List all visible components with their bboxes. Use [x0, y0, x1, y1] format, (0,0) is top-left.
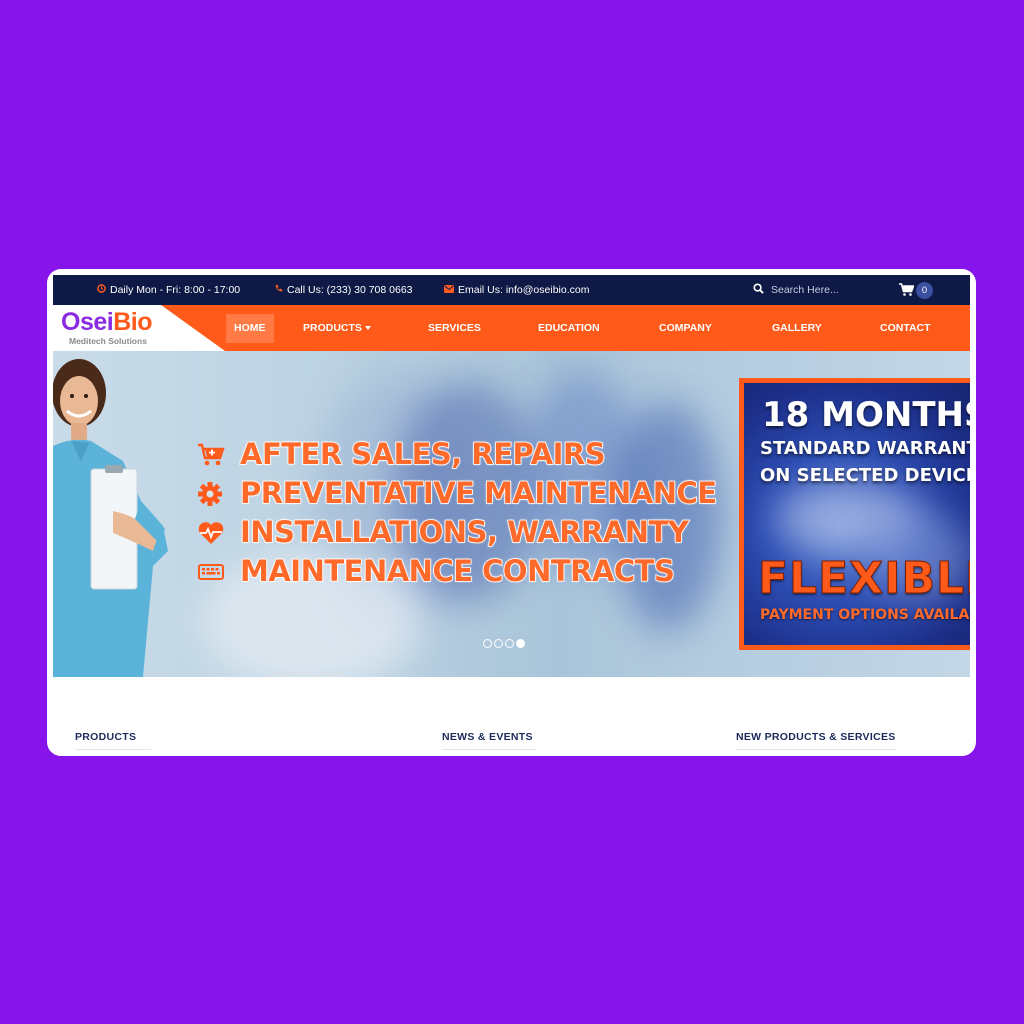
nav-products[interactable]: PRODUCTS	[303, 305, 371, 351]
warranty-promo-banner: 18 MONTHS STANDARD WARRANTY ON SELECTED …	[739, 378, 970, 650]
nav-company[interactable]: COMPANY	[659, 305, 712, 351]
feature-text: INSTALLATIONS, WARRANTY	[239, 514, 689, 550]
business-hours-text: Daily Mon - Fri: 8:00 - 17:00	[110, 284, 241, 296]
heartbeat-icon	[198, 522, 224, 544]
top-info-bar: Daily Mon - Fri: 8:00 - 17:00 Call Us: (…	[53, 275, 970, 305]
search-input[interactable]	[771, 282, 871, 298]
services-list: AFTER SALES, REPAIRS PREVENTATIVE MAINTE…	[195, 436, 718, 593]
promo-panel: 18 MONTHS STANDARD WARRANTY ON SELECTED …	[744, 383, 970, 645]
search-box	[753, 282, 878, 298]
search-icon[interactable]	[753, 283, 767, 297]
cart-count-badge: 0	[916, 282, 933, 299]
cart-icon	[899, 283, 914, 296]
feature-text: MAINTENANCE CONTRACTS	[239, 553, 675, 589]
caret-down-icon	[364, 326, 371, 331]
feature-row: INSTALLATIONS, WARRANTY	[195, 514, 715, 554]
slider-dot-active[interactable]	[516, 639, 525, 648]
email-contact[interactable]: Email Us: info@oseibio.com	[444, 275, 589, 305]
nurse-image	[53, 359, 168, 677]
logo-tagline: Meditech Solutions	[69, 336, 147, 346]
business-hours: Daily Mon - Fri: 8:00 - 17:00	[97, 275, 240, 305]
medical-cart-icon	[198, 443, 225, 466]
promo-devices-line: ON SELECTED DEVICES	[760, 465, 970, 486]
heading-underline	[75, 749, 151, 750]
nav-education[interactable]: EDUCATION	[538, 305, 600, 351]
slider-dot[interactable]	[483, 639, 492, 648]
hero-slider[interactable]: AFTER SALES, REPAIRS PREVENTATIVE MAINTE…	[53, 351, 970, 677]
new-products-heading: NEW PRODUCTS & SERVICES	[736, 731, 896, 743]
logo-wordmark: OseiBio	[61, 308, 152, 336]
clock-icon	[97, 276, 106, 306]
promo-flexible: FLEXIBLE	[757, 553, 970, 605]
nav-services[interactable]: SERVICES	[428, 305, 481, 351]
promo-warranty-line: STANDARD WARRANTY	[760, 438, 970, 459]
promo-payment-line: PAYMENT OPTIONS AVAILABLE	[760, 607, 970, 623]
screenshot-card: Daily Mon - Fri: 8:00 - 17:00 Call Us: (…	[47, 269, 976, 756]
feature-row: AFTER SALES, REPAIRS	[195, 436, 715, 476]
slider-dot[interactable]	[505, 639, 514, 648]
logo[interactable]: OseiBio Meditech Solutions	[53, 305, 225, 351]
nav-home[interactable]: HOME	[226, 314, 274, 343]
keyboard-icon	[198, 564, 224, 580]
products-heading: PRODUCTS	[75, 731, 137, 743]
nav-contact[interactable]: CONTACT	[880, 305, 931, 351]
feature-text: AFTER SALES, REPAIRS	[239, 436, 606, 472]
phone-contact[interactable]: Call Us: (233) 30 708 0663	[274, 275, 413, 305]
feature-row: PREVENTATIVE MAINTENANCE	[195, 475, 718, 515]
heading-underline	[442, 749, 536, 750]
envelope-icon	[444, 276, 454, 306]
nav-gallery[interactable]: GALLERY	[772, 305, 822, 351]
website-viewport: Daily Mon - Fri: 8:00 - 17:00 Call Us: (…	[53, 275, 970, 756]
feature-row: MAINTENANCE CONTRACTS	[195, 553, 715, 593]
feature-text: PREVENTATIVE MAINTENANCE	[239, 475, 718, 511]
slider-dot[interactable]	[494, 639, 503, 648]
cart-button[interactable]: 0	[899, 280, 939, 300]
news-events-heading: NEWS & EVENTS	[442, 731, 533, 743]
nav-products-label: PRODUCTS	[303, 322, 362, 334]
email-text: Email Us: info@oseibio.com	[458, 284, 590, 296]
phone-text: Call Us: (233) 30 708 0663	[287, 284, 413, 296]
promo-warranty-duration: 18 MONTHS	[762, 395, 970, 435]
heading-underline	[736, 749, 896, 750]
phone-icon	[274, 276, 283, 306]
gear-icon	[198, 482, 222, 506]
slider-pagination	[483, 639, 533, 649]
main-navbar: OseiBio Meditech Solutions HOME PRODUCTS…	[53, 305, 970, 351]
